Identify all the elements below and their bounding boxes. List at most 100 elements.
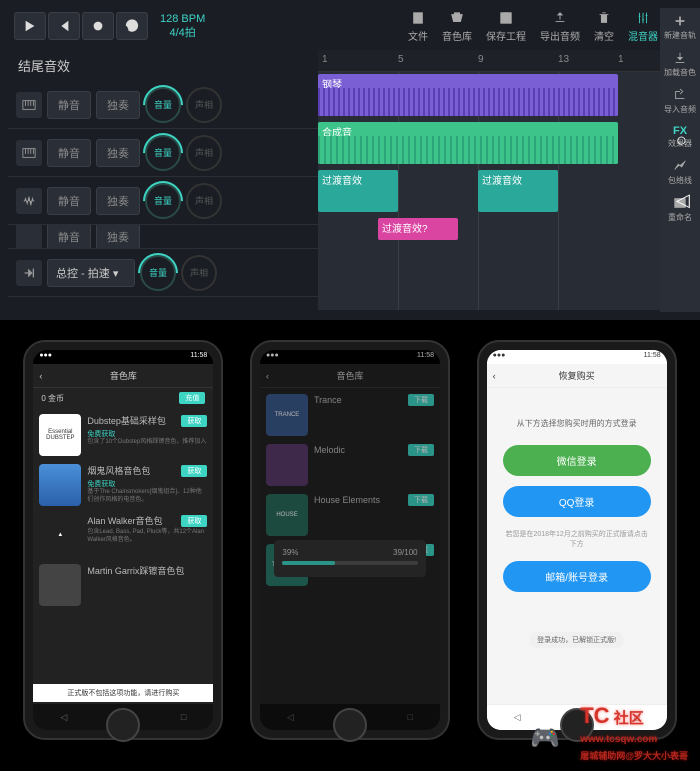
menu-save[interactable]: 保存工程 [486, 10, 526, 43]
clip-synth[interactable]: 合成音 [318, 122, 618, 164]
pack-thumbnail [39, 464, 81, 506]
mute-button[interactable]: 静音 [47, 91, 91, 119]
login-note: 若您是在2018年12月之前购买的正式版请点击下方 [503, 529, 651, 549]
pan-knob[interactable]: 声相 [186, 87, 222, 123]
mute-button[interactable]: 静音 [47, 225, 91, 249]
system-nav: ○ ◁ [676, 130, 696, 210]
play-button[interactable] [14, 12, 46, 40]
clip-fx3[interactable]: 过渡音效? [378, 218, 458, 240]
track-1[interactable]: 静音 独奏 音量 声相 [8, 81, 318, 129]
pack-thumbnail: ▲ [39, 514, 81, 556]
mute-button[interactable]: 静音 [47, 139, 91, 167]
pack-item[interactable]: TRANCETrance下载 [266, 394, 434, 436]
pan-knob[interactable]: 声相 [186, 135, 222, 171]
clip-piano[interactable]: 钢琴 [318, 74, 618, 116]
phone-1: ●●●11:58 ‹ 音色库 0 金币 充值 EssentialDUBSTEP … [23, 340, 223, 740]
coin-bar: 0 金币 充值 [33, 388, 213, 408]
top-toolbar: 128 BPM 4/4拍 文件 音色库 保存工程 导出音频 清空 混音器 总 [8, 8, 692, 44]
master-track[interactable]: 总控 - 拍速 ▾ 音量 声相 [8, 249, 318, 297]
timeline[interactable]: 1 5 9 13 1 钢琴 合成音 过渡音效 过渡音效 过渡音效? [318, 50, 692, 310]
back-icon[interactable]: ‹ [493, 371, 496, 381]
clips-area[interactable]: 钢琴 合成音 过渡音效 过渡音效 过渡音效? [318, 72, 692, 310]
volume-knob[interactable]: 音量 [140, 255, 176, 291]
get-button[interactable]: 获取 [181, 415, 207, 427]
wave-icon [16, 188, 42, 214]
app-header: ‹ 音色库 [33, 364, 213, 388]
main-menu: 文件 音色库 保存工程 导出音频 清空 混音器 总 [408, 10, 686, 43]
wechat-login-button[interactable]: 微信登录 [503, 445, 651, 476]
menu-file[interactable]: 文件 [408, 10, 428, 43]
clip-fx2[interactable]: 过渡音效 [478, 170, 558, 212]
watermark: TC 社区 www.tcsqw.com 屠城辅助网@罗大大小表哥 [580, 703, 688, 763]
pack-item[interactable]: 烟鬼风格音色包获取 免费获取 基于The Chainsmokers[烟鬼组合]、… [39, 464, 207, 506]
tempo-display[interactable]: 128 BPM 4/4拍 [160, 12, 205, 41]
download-progress: 39%39/100 [274, 540, 425, 577]
track-2[interactable]: 静音 独奏 音量 声相 [8, 129, 318, 177]
get-button[interactable]: 获取 [181, 515, 207, 527]
sb-load-sound[interactable]: 加载音色 [660, 51, 700, 78]
pack-item[interactable]: HOUSEHouse Elements下载 [266, 494, 434, 536]
email-login-button[interactable]: 邮箱/账号登录 [503, 561, 651, 592]
coin-count: 0 金币 [41, 393, 64, 404]
status-bar: ●●●11:58 [487, 350, 667, 364]
sb-import-audio[interactable]: 导入音频 [660, 88, 700, 115]
qq-login-button[interactable]: QQ登录 [503, 486, 651, 517]
pack-item[interactable]: Martin Garrix踩镲音色包 [39, 564, 207, 606]
home-button[interactable] [333, 708, 367, 742]
back-icon[interactable]: ‹ [39, 371, 42, 381]
pack-item[interactable]: Melodic下载 [266, 444, 434, 486]
pack-item[interactable]: ▲ Alan Walker音色包获取 包含Lead, Bass, Pad, Pl… [39, 514, 207, 556]
get-button[interactable]: 获取 [181, 465, 207, 477]
progress-fill [282, 561, 335, 565]
loop-button[interactable] [116, 12, 148, 40]
volume-knob[interactable]: 音量 [145, 183, 181, 219]
sb-new-track[interactable]: 新建音轨 [660, 14, 700, 41]
solo-button[interactable]: 独奏 [96, 91, 140, 119]
recent-icon[interactable]: □ [181, 712, 186, 722]
pan-knob[interactable]: 声相 [181, 255, 217, 291]
menu-library[interactable]: 音色库 [442, 10, 472, 43]
panel-title: 结尾音效 [8, 50, 318, 81]
menu-export[interactable]: 导出音频 [540, 10, 580, 43]
mute-button[interactable]: 静音 [47, 187, 91, 215]
status-bar: ●●●11:58 [33, 350, 213, 364]
skip-back-button[interactable] [48, 12, 80, 40]
volume-knob[interactable]: 音量 [145, 87, 181, 123]
track-3[interactable]: 静音 独奏 音量 声相 [8, 177, 318, 225]
solo-button[interactable]: 独奏 [96, 225, 140, 249]
time-ruler[interactable]: 1 5 9 13 1 [318, 50, 692, 72]
phone-3: ●●●11:58 ‹ 恢复购买 从下方选择您购买时用的方式登录 微信登录 QQ登… [477, 340, 677, 740]
login-status: 登录成功，已解锁正式版! [529, 632, 624, 648]
phone-previews: ●●●11:58 ‹ 音色库 0 金币 充值 EssentialDUBSTEP … [0, 320, 700, 750]
status-bar: ●●●11:58 [260, 350, 440, 364]
back-icon[interactable]: ‹ [266, 371, 269, 381]
login-subtitle: 从下方选择您购买时用的方式登录 [503, 418, 651, 429]
charge-button[interactable]: 充值 [179, 392, 205, 404]
back-icon[interactable]: ◁ [676, 190, 696, 210]
menu-mixer[interactable]: 混音器 [628, 10, 658, 43]
clip-fx1[interactable]: 过渡音效 [318, 170, 398, 212]
app-header: ‹ 恢复购买 [487, 364, 667, 388]
master-icon [16, 260, 42, 286]
piano-icon [16, 92, 42, 118]
phone-2: ●●●11:58 ‹ 音色库 TRANCETrance下载 Melodic下载 … [250, 340, 450, 740]
pan-knob[interactable]: 声相 [186, 183, 222, 219]
pack-list[interactable]: EssentialDUBSTEP Dubstep基础采样包获取 免费获取 包含了… [33, 408, 213, 620]
master-select[interactable]: 总控 - 拍速 ▾ [47, 259, 135, 287]
menu-clear[interactable]: 清空 [594, 10, 614, 43]
pack-item[interactable]: EssentialDUBSTEP Dubstep基础采样包获取 免费获取 包含了… [39, 414, 207, 456]
circle-icon[interactable]: ○ [676, 130, 696, 150]
mascot-icon: 🎮 [530, 724, 560, 753]
home-button[interactable] [106, 708, 140, 742]
app-header: ‹ 音色库 [260, 364, 440, 388]
track-4-partial[interactable]: 静音 独奏 [8, 225, 318, 249]
volume-knob[interactable]: 音量 [145, 135, 181, 171]
back-icon[interactable]: ◁ [60, 712, 67, 723]
solo-button[interactable]: 独奏 [96, 187, 140, 215]
tracks-panel: 结尾音效 静音 独奏 音量 声相 静音 独奏 音量 声相 静音 独奏 音量 声相 [8, 50, 318, 310]
record-button[interactable] [82, 12, 114, 40]
time-signature: 4/4拍 [160, 26, 205, 40]
solo-button[interactable]: 独奏 [96, 139, 140, 167]
pack-thumbnail [39, 564, 81, 606]
workspace: 结尾音效 静音 独奏 音量 声相 静音 独奏 音量 声相 静音 独奏 音量 声相 [8, 50, 692, 310]
